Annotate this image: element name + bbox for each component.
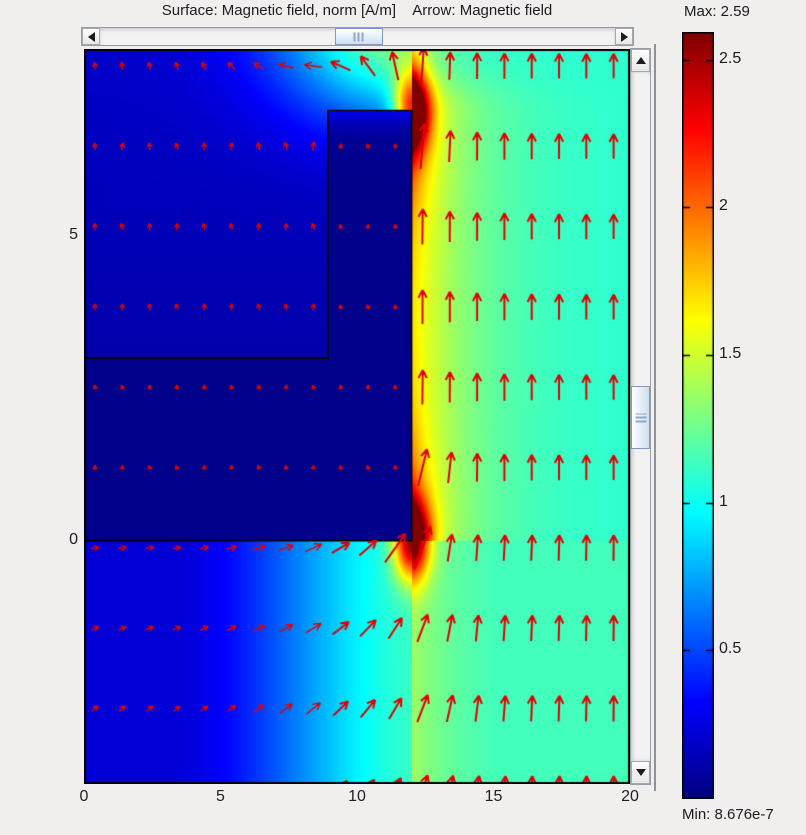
up-arrow-icon — [635, 57, 646, 64]
y-axis-tick-label: 5 — [69, 226, 78, 244]
thumb-grip-icon — [635, 413, 646, 422]
graphics-window: Surface: Magnetic field, norm [A/m] Arro… — [0, 0, 806, 835]
colorbar-max-label: Max: 2.59 — [684, 3, 750, 20]
colorbar — [682, 32, 714, 799]
scroll-left-button[interactable] — [82, 28, 100, 45]
right-arrow-icon — [620, 31, 628, 42]
colorbar-tick-label: 2 — [719, 197, 728, 215]
left-arrow-icon — [87, 31, 95, 42]
colorbar-tick-label: 0.5 — [719, 640, 742, 658]
horizontal-scroll-thumb[interactable] — [335, 28, 383, 45]
x-axis-tick-label: 15 — [484, 788, 503, 805]
x-axis-tick-label: 0 — [79, 788, 89, 805]
scroll-down-button[interactable] — [631, 761, 650, 784]
thumb-grip-icon — [353, 32, 365, 41]
down-arrow-icon — [635, 769, 646, 776]
x-axis-tick-label: 10 — [348, 788, 366, 805]
colorbar-tick-label: 2.5 — [719, 49, 742, 67]
field-plot-canvas[interactable] — [84, 49, 630, 784]
colorbar-tick-label: 1 — [719, 492, 728, 510]
colorbar-min-label: Min: 8.676e-7 — [682, 806, 774, 823]
colorbar-tick-label: 1.5 — [719, 345, 742, 363]
x-axis-tick-label: 20 — [621, 788, 639, 805]
scroll-up-button[interactable] — [631, 49, 650, 72]
vertical-scrollbar[interactable] — [630, 48, 651, 785]
vertical-scroll-thumb[interactable] — [631, 386, 650, 449]
arrow-title: Arrow: Magnetic field — [412, 2, 553, 19]
panel-divider — [654, 44, 656, 791]
surface-title: Surface: Magnetic field, norm [A/m] — [161, 2, 397, 19]
horizontal-scrollbar[interactable] — [81, 27, 634, 46]
plot-title: Surface: Magnetic field, norm [A/m] Arro… — [84, 2, 630, 19]
x-axis-tick-label: 5 — [216, 788, 225, 805]
scroll-right-button[interactable] — [615, 28, 633, 45]
y-axis-tick-label: 0 — [69, 530, 78, 548]
